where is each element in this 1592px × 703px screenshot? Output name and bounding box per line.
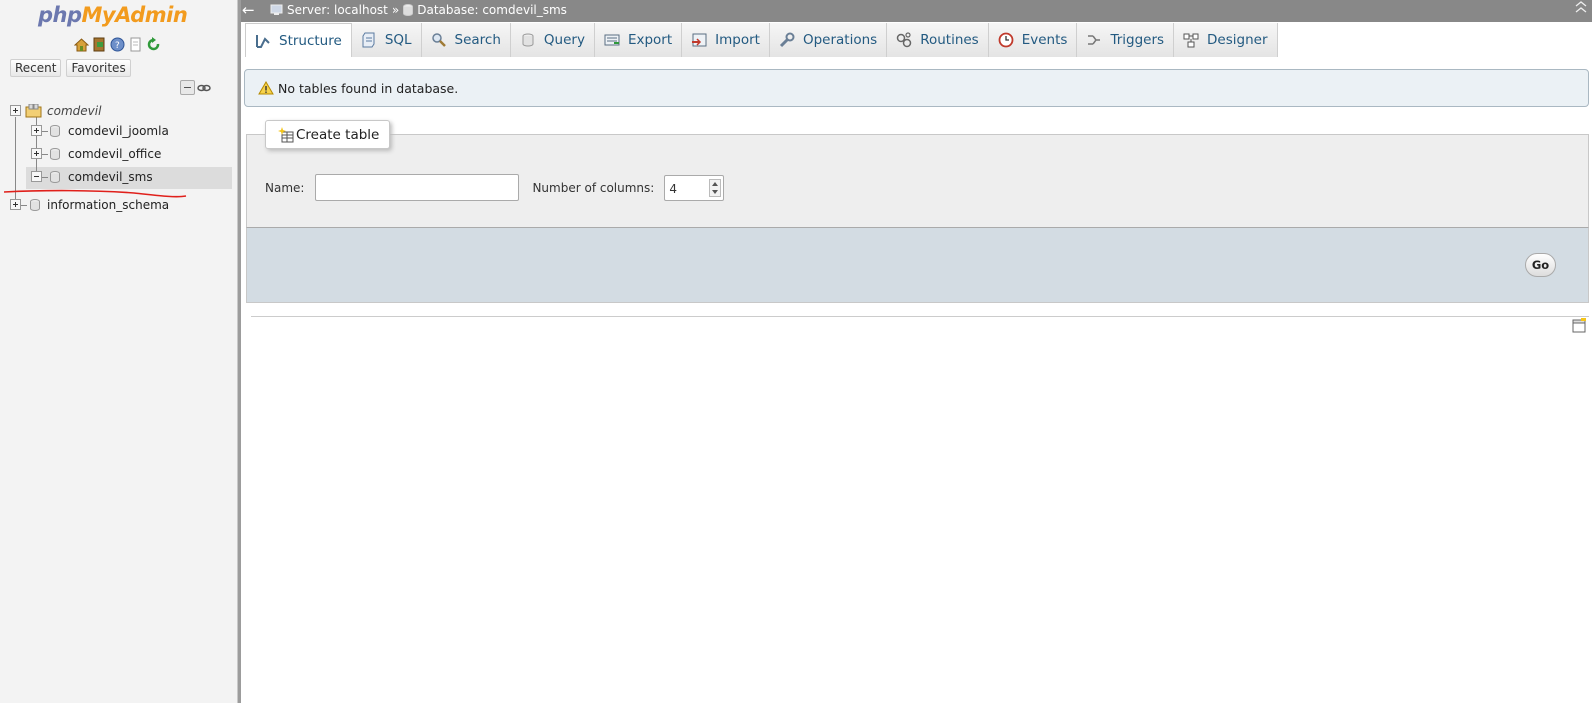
divider	[251, 316, 1589, 317]
tab-label: Operations	[802, 32, 878, 48]
tab-label: Events	[1021, 32, 1068, 48]
expand-db-icon[interactable]	[31, 148, 42, 159]
spin-up-icon[interactable]	[712, 181, 719, 186]
tab-structure[interactable]: Structure	[245, 23, 352, 57]
structure-icon	[256, 34, 270, 48]
navigation-sidebar: phpMyAdmin ? Recent Favorites comdevil c…	[0, 0, 237, 703]
help-icon[interactable]: ?	[110, 37, 125, 52]
tab-query[interactable]: Query	[510, 23, 595, 57]
tab-label: Triggers	[1110, 32, 1165, 48]
tree-line	[42, 154, 48, 155]
recent-button[interactable]: Recent	[10, 59, 62, 77]
create-table-form-row: Name: Number of columns: 4	[265, 174, 725, 201]
tree-controls	[180, 80, 211, 95]
tab-designer[interactable]: Designer	[1174, 23, 1278, 57]
breadcrumb: Server: localhost » Database: comdevil_s…	[270, 3, 567, 17]
link-icon[interactable]	[197, 83, 211, 93]
tab-label: Designer	[1207, 32, 1268, 48]
logo-php-text: php	[38, 3, 82, 27]
tab-label: Search	[454, 32, 501, 48]
database-icon	[50, 148, 60, 160]
tab-label: Structure	[279, 32, 342, 49]
operations-icon	[779, 32, 795, 48]
create-table-title: Create table	[296, 126, 380, 143]
database-icon	[403, 4, 414, 16]
console-icon[interactable]	[1572, 318, 1586, 333]
tab-label: Import	[715, 32, 760, 48]
tree-node-database[interactable]: information_schema	[47, 198, 169, 212]
database-icon	[50, 125, 60, 137]
tab-import[interactable]: Import	[682, 23, 770, 57]
server-icon	[270, 4, 283, 15]
create-table-legend: Create table	[265, 120, 391, 149]
tree-node-comdevil[interactable]: comdevil	[47, 104, 101, 118]
tab-sql[interactable]: SQL	[351, 23, 422, 57]
expand-db-icon[interactable]	[10, 199, 21, 210]
quick-links: ?	[74, 37, 161, 52]
routines-icon	[896, 32, 912, 48]
expand-db-icon[interactable]	[31, 125, 42, 136]
home-icon[interactable]	[74, 37, 89, 52]
tab-routines[interactable]: Routines	[887, 23, 989, 57]
number-of-columns-input[interactable]: 4	[664, 174, 725, 201]
import-icon	[692, 33, 707, 47]
triggers-icon	[1088, 35, 1101, 45]
tree-line	[42, 131, 48, 132]
columns-value: 4	[669, 181, 677, 196]
go-button[interactable]: Go	[1525, 253, 1556, 277]
tab-export[interactable]: Export	[594, 23, 683, 57]
query-icon	[522, 33, 534, 47]
reload-icon[interactable]	[146, 37, 161, 52]
export-icon	[604, 34, 620, 46]
expand-comdevil-icon[interactable]	[10, 105, 21, 116]
spin-down-icon[interactable]	[712, 189, 719, 194]
create-table-icon	[278, 126, 294, 142]
favorites-button[interactable]: Favorites	[66, 59, 131, 77]
designer-icon	[1183, 33, 1199, 48]
notice-message: No tables found in database.	[244, 69, 1589, 107]
sql-icon	[362, 32, 375, 48]
tree-node-database-selected[interactable]: comdevil_sms	[68, 170, 153, 184]
maximize-icon[interactable]	[1575, 1, 1587, 13]
tab-operations[interactable]: Operations	[769, 23, 888, 57]
tab-events[interactable]: Events	[988, 23, 1078, 57]
create-table-footer: Go	[246, 227, 1589, 303]
events-icon	[998, 32, 1014, 48]
tab-label: SQL	[384, 32, 412, 48]
breadcrumb-database[interactable]: Database: comdevil_sms	[417, 3, 567, 17]
database-icon	[50, 171, 60, 183]
search-icon	[431, 33, 446, 47]
collapse-sidebar-arrow-icon[interactable]: ←	[242, 1, 255, 19]
table-name-input[interactable]	[315, 174, 520, 201]
phpmyadmin-logo[interactable]: phpMyAdmin	[38, 3, 188, 27]
notice-text: No tables found in database.	[278, 80, 459, 96]
tab-label: Query	[543, 32, 585, 48]
tab-search[interactable]: Search	[421, 23, 511, 57]
tree-node-database[interactable]: comdevil_joomla	[68, 124, 169, 138]
tab-bar: Structure SQL Search Query Export Import…	[245, 23, 1278, 57]
warning-icon	[258, 81, 274, 95]
main-content: ← Server: localhost » Database: comdevil…	[241, 0, 1592, 703]
database-group-icon	[25, 104, 42, 118]
tree-line	[21, 205, 27, 206]
collapse-db-icon[interactable]	[31, 171, 42, 182]
docs-icon[interactable]	[128, 37, 143, 52]
recent-favorites-bar: Recent Favorites	[10, 59, 131, 77]
tab-triggers[interactable]: Triggers	[1077, 23, 1175, 57]
exit-icon[interactable]	[92, 37, 107, 52]
collapse-all-icon[interactable]	[180, 80, 195, 95]
tab-label: Export	[627, 32, 673, 48]
logo-myadmin-text: MyAdmin	[81, 3, 188, 27]
columns-label: Number of columns:	[532, 180, 655, 195]
breadcrumb-server[interactable]: Server: localhost	[287, 3, 388, 17]
svg-text:?: ?	[115, 41, 120, 51]
tree-node-database[interactable]: comdevil_office	[68, 147, 161, 161]
tab-label: Routines	[920, 32, 979, 48]
name-label: Name:	[265, 180, 305, 195]
breadcrumb-separator: »	[391, 3, 400, 17]
spinner-buttons[interactable]	[709, 178, 722, 197]
tree-line	[42, 177, 48, 178]
database-icon	[30, 199, 40, 211]
breadcrumb-bar: ← Server: localhost » Database: comdevil…	[241, 0, 1592, 22]
